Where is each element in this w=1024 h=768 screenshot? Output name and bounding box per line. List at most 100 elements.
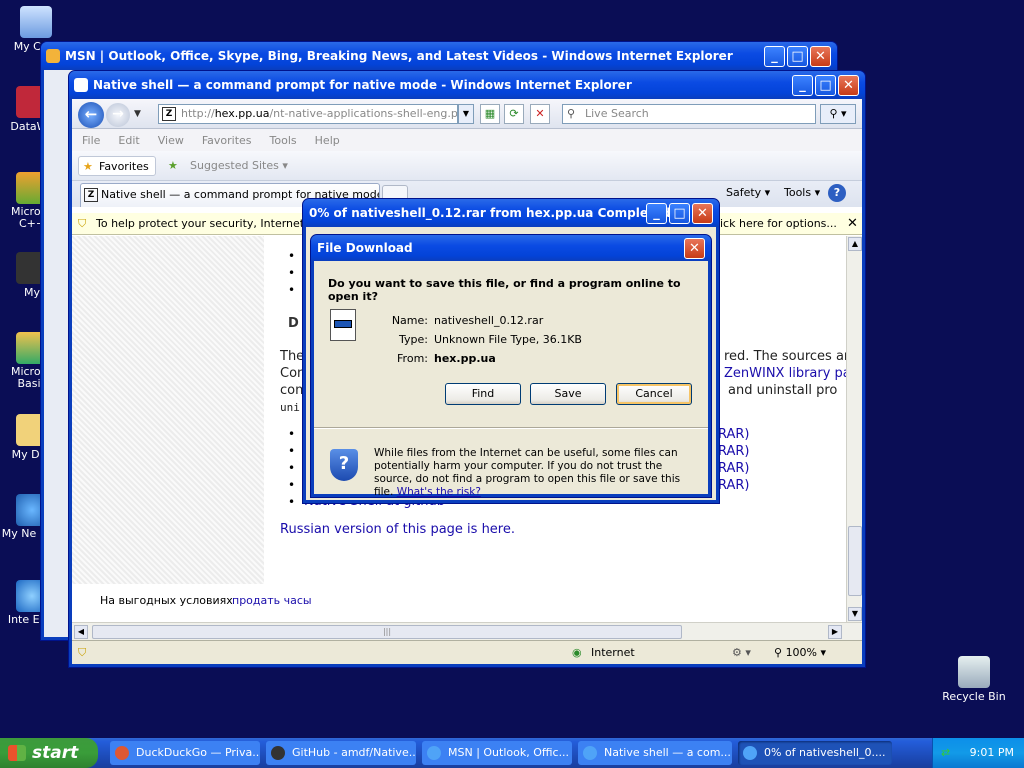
zone-label: Internet xyxy=(591,646,635,659)
zoom-icon: ⚲ xyxy=(774,646,783,659)
address-bar[interactable]: Z http://hex.pp.ua/nt-native-application… xyxy=(158,104,458,124)
recent-pages-dropdown[interactable]: ▼ xyxy=(134,109,141,119)
network-icon[interactable]: ⇄ xyxy=(941,738,950,768)
h-scroll-thumb[interactable]: ||| xyxy=(92,625,682,639)
close-button[interactable]: ✕ xyxy=(692,203,713,224)
clock[interactable]: 9:01 PM xyxy=(970,746,1014,759)
page-footer: На выгодных условиях продать часы xyxy=(72,584,846,622)
menu-view[interactable]: View xyxy=(158,134,184,147)
rar-link[interactable]: RAR) xyxy=(718,443,750,460)
duckduckgo-icon xyxy=(115,746,129,760)
menu-tools[interactable]: Tools xyxy=(270,134,297,147)
suggested-sites[interactable]: ★ Suggested Sites ▾ xyxy=(166,156,288,176)
download-bullets: • • • • • xyxy=(288,427,296,509)
shield-icon: ⛉ xyxy=(78,217,87,230)
cancel-button[interactable]: Cancel xyxy=(616,383,692,405)
taskbar-item-msn[interactable]: MSN | Outlook, Offic... xyxy=(422,741,572,765)
page-icon: Z xyxy=(84,188,98,202)
taskbar-item-duckduckgo[interactable]: DuckDuckGo — Priva... xyxy=(110,741,260,765)
menu-edit[interactable]: Edit xyxy=(118,134,139,147)
bullet-list: • • • xyxy=(288,249,296,297)
help-icon[interactable]: ? xyxy=(828,184,846,202)
refresh-icon[interactable]: ⟳ xyxy=(504,104,524,124)
rar-link[interactable]: RAR) xyxy=(718,460,750,477)
rar-links: RAR) RAR) RAR) RAR) xyxy=(718,426,750,494)
star-icon: ★ xyxy=(83,160,93,173)
minimize-button[interactable]: _ xyxy=(764,46,785,67)
security-warning: While files from the Internet can be use… xyxy=(374,447,681,498)
file-download-titlebar[interactable]: File Download ✕ xyxy=(311,235,711,261)
shield-icon: ⛉ xyxy=(78,646,87,659)
github-icon xyxy=(271,746,285,760)
safety-menu[interactable]: Safety ▾ xyxy=(726,186,770,199)
scroll-down-button[interactable]: ▼ xyxy=(848,607,862,621)
whats-the-risk-link[interactable]: What's the risk? xyxy=(397,486,481,498)
page-icon xyxy=(74,78,88,92)
favorites-bar: ★ Favorites ★ Suggested Sites ▾ xyxy=(72,151,862,181)
scroll-thumb[interactable] xyxy=(848,526,862,596)
section-heading: D xyxy=(288,316,299,331)
system-tray: ⇄ 9:01 PM xyxy=(932,738,1024,768)
maximize-button[interactable]: □ xyxy=(815,75,836,96)
scroll-right-button[interactable]: ▶ xyxy=(828,625,842,639)
recycle-bin-icon xyxy=(958,656,990,688)
taskbar-item-native-shell[interactable]: Native shell — a com... xyxy=(578,741,732,765)
file-download-client: Do you want to save this file, or find a… xyxy=(314,261,708,498)
scroll-up-button[interactable]: ▲ xyxy=(848,237,862,251)
search-button[interactable]: ⚲ ▾ xyxy=(820,104,856,124)
find-button[interactable]: Find xyxy=(445,383,521,405)
recycle-bin[interactable]: Recycle Bin xyxy=(942,656,1006,703)
taskbar-item-github[interactable]: GitHub - amdf/Native... xyxy=(266,741,416,765)
minimize-button[interactable]: _ xyxy=(792,75,813,96)
divider xyxy=(314,427,708,429)
status-bar: ⛉ ◉ Internet ⚙ ▾ ⚲ 100% ▾ xyxy=(72,640,862,664)
favorites-button[interactable]: ★ Favorites xyxy=(78,156,156,176)
security-shield-icon: ? xyxy=(330,449,358,481)
save-button[interactable]: Save xyxy=(530,383,606,405)
footer-link[interactable]: продать часы xyxy=(232,594,312,607)
stop-icon[interactable]: ✕ xyxy=(530,104,550,124)
maximize-button[interactable]: □ xyxy=(669,203,690,224)
close-button[interactable]: ✕ xyxy=(684,238,705,259)
rar-link[interactable]: RAR) xyxy=(718,477,750,494)
protected-mode-icon[interactable]: ⚙ ▾ xyxy=(732,641,751,665)
minimize-button[interactable]: _ xyxy=(646,203,667,224)
tools-menu[interactable]: Tools ▾ xyxy=(784,186,820,199)
progress-titlebar[interactable]: 0% of nativeshell_0.12.rar from hex.pp.u… xyxy=(303,199,719,227)
search-input[interactable]: ⚲ Live Search xyxy=(562,104,816,124)
ie-icon xyxy=(427,746,441,760)
ie-icon xyxy=(46,49,60,63)
file-icon xyxy=(330,309,356,341)
add-favorite-icon: ★ xyxy=(168,159,178,172)
close-button[interactable]: ✕ xyxy=(838,75,859,96)
menu-file[interactable]: File xyxy=(82,134,100,147)
forward-button[interactable]: → xyxy=(106,103,130,127)
page-sidebar xyxy=(72,236,264,622)
paragraph-right: red. The sources ar ZenWINX library pa and… xyxy=(724,348,846,399)
back-button[interactable]: ← xyxy=(78,102,104,128)
zenwinx-link[interactable]: ZenWINX library pa xyxy=(724,366,846,381)
infobar-close-icon[interactable]: ✕ xyxy=(847,213,858,234)
menu-favorites[interactable]: Favorites xyxy=(202,134,252,147)
menu-help[interactable]: Help xyxy=(315,134,340,147)
horizontal-scrollbar[interactable]: ◀ ||| ▶ xyxy=(72,622,862,640)
file-name: nativeshell_0.12.rar xyxy=(434,314,544,327)
russian-version-link[interactable]: Russian version of this page is here. xyxy=(280,522,515,537)
zoom-control[interactable]: ⚲ 100% ▾ xyxy=(774,641,826,665)
menu-bar: File Edit View Favorites Tools Help xyxy=(72,129,862,151)
ie-titlebar[interactable]: Native shell — a command prompt for nati… xyxy=(69,71,865,99)
rar-link[interactable]: RAR) xyxy=(718,426,750,443)
file-download-dialog[interactable]: File Download ✕ Do you want to save this… xyxy=(310,234,712,498)
compatibility-icon[interactable]: ▦ xyxy=(480,104,500,124)
close-button[interactable]: ✕ xyxy=(810,46,831,67)
taskbar-item-download[interactable]: 0% of nativeshell_0.... xyxy=(738,741,892,765)
start-button[interactable]: start xyxy=(0,738,98,768)
maximize-button[interactable]: □ xyxy=(787,46,808,67)
file-info-labels: Name: Type: From: xyxy=(391,314,428,365)
ie-icon xyxy=(583,746,597,760)
scroll-left-button[interactable]: ◀ xyxy=(74,625,88,639)
address-dropdown[interactable]: ▼ xyxy=(458,104,474,124)
vertical-scrollbar[interactable]: ▲ ▼ xyxy=(846,236,862,622)
msn-titlebar[interactable]: MSN | Outlook, Office, Skype, Bing, Brea… xyxy=(41,42,837,70)
ie-icon xyxy=(743,746,757,760)
